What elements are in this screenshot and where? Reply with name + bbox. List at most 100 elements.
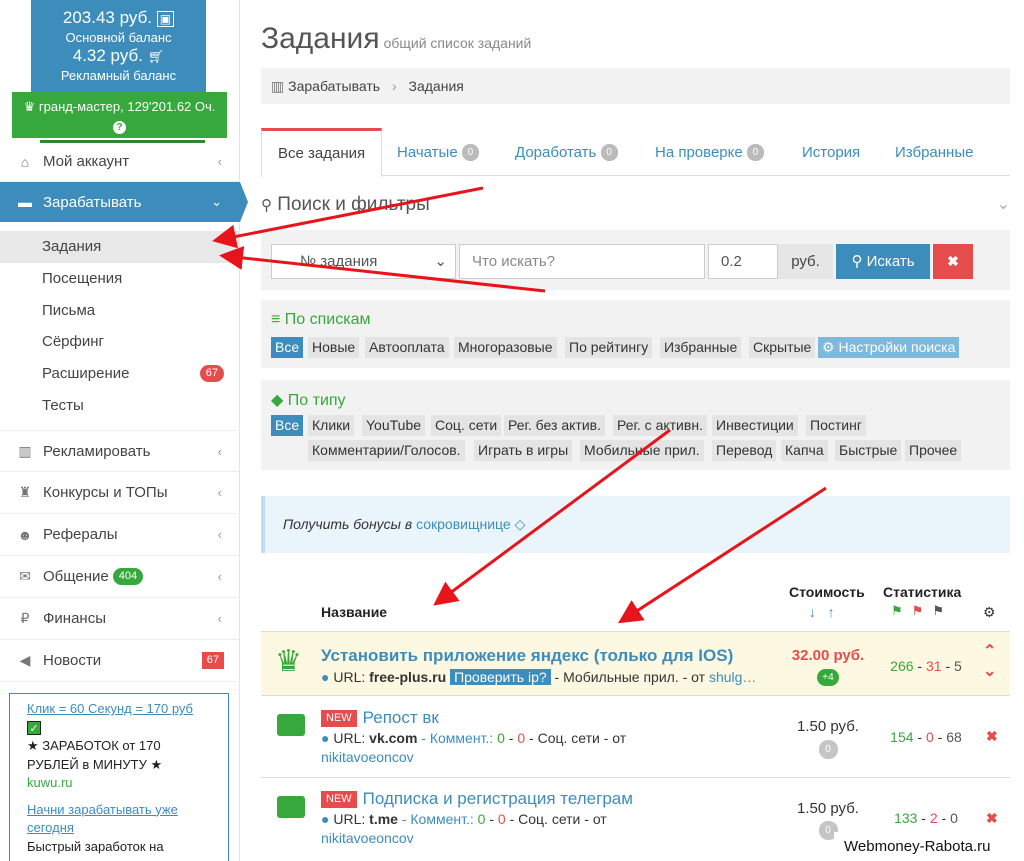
sidebar-item-label: Конкурсы и ТОПы	[43, 484, 168, 501]
task-author[interactable]: nikitavoeoncov	[321, 830, 414, 846]
help-icon[interactable]: ?	[113, 121, 126, 134]
money-icon: ▣	[156, 11, 175, 27]
type-chip[interactable]: Клики	[308, 415, 355, 436]
type-chip[interactable]: Капча	[781, 440, 828, 461]
arrow-up-icon[interactable]: ↑	[828, 604, 835, 620]
search-button[interactable]: ⚲ Искать	[836, 244, 930, 279]
type-chip[interactable]: Мобильные прил.	[580, 440, 704, 461]
arrow-down-icon[interactable]: ↓	[809, 604, 816, 620]
search-settings-button[interactable]: ⚙ Настройки поиска	[818, 337, 960, 358]
type-chip[interactable]: Играть в игры	[474, 440, 573, 461]
tab-all-tasks[interactable]: Все задания	[261, 128, 383, 177]
chevron-up-icon[interactable]: ⌃	[983, 642, 996, 662]
sidebar-subitem-tests[interactable]: Тесты	[0, 390, 240, 422]
list-chip[interactable]: Новые	[308, 337, 360, 358]
ad-link[interactable]: Клик = 60 Секунд = 170 руб	[27, 700, 211, 719]
task-title-text: Подписка и регистрация телеграм	[362, 789, 633, 808]
sidebar-subitem-surfing[interactable]: Сёрфинг	[0, 326, 240, 358]
task-category: - Мобильные прил. - от	[554, 669, 706, 685]
sidebar-item-news[interactable]: ◀ Новости 67	[0, 640, 240, 682]
sidebar-subitem-extension[interactable]: Расширение 67	[0, 358, 240, 390]
ad-link-2[interactable]: Начни зарабатывать уже сегодня	[27, 801, 211, 838]
sidebar-subitem-tasks[interactable]: Задания	[0, 231, 240, 263]
filters-title: Поиск и фильтры	[277, 194, 430, 215]
price-input[interactable]: 0.2	[708, 244, 778, 279]
tab-label: На проверке	[655, 144, 743, 161]
tab-started[interactable]: Начатые 0	[397, 128, 479, 177]
type-chip[interactable]: Соц. сети	[431, 415, 502, 436]
hide-task-icon[interactable]: ✖	[986, 728, 998, 745]
url-label: URL:	[333, 811, 366, 827]
list-chip[interactable]: Избранные	[660, 337, 742, 358]
task-row[interactable]: ♛ Установить приложение яндекс (только д…	[261, 631, 1010, 695]
task-row[interactable]: NEW Репост вк ● URL: vk.com - Коммент.: 0…	[261, 695, 1010, 777]
stat-rejected: 31	[925, 658, 942, 674]
task-title[interactable]: NEW Репост вк	[321, 708, 439, 728]
task-stats: 133 - 2 - 0	[894, 810, 958, 826]
sidebar-item-advertise[interactable]: ▥ Рекламировать ‹	[0, 430, 240, 472]
list-chip[interactable]: Многоразовые	[454, 337, 557, 358]
task-title[interactable]: Установить приложение яндекс (только для…	[321, 646, 733, 666]
sidebar-item-contests[interactable]: ♜ Конкурсы и ТОПы ‹	[0, 472, 240, 514]
ad-domain[interactable]: kuwu.ru	[27, 774, 211, 793]
chevron-down-icon[interactable]: ⌄	[983, 662, 996, 682]
chevron-left-icon: ‹	[217, 154, 222, 169]
tab-favorites[interactable]: Избранные	[895, 128, 973, 177]
tab-review[interactable]: На проверке 0	[655, 128, 764, 177]
task-title[interactable]: NEW Подписка и регистрация телеграм	[321, 789, 633, 809]
comments-ok: 0	[497, 730, 505, 746]
type-chip[interactable]: Комментарии/Голосов.	[308, 440, 465, 461]
settings-gears-icon[interactable]: ⚙	[983, 604, 996, 621]
task-author[interactable]: shulg…	[709, 669, 756, 685]
comments-ok: 0	[477, 811, 486, 827]
main-content: Задания общий список заданий ▥ Зарабатыва…	[261, 0, 1010, 861]
sidebar-item-finance[interactable]: ₽ Финансы ‹	[0, 598, 240, 640]
type-chip[interactable]: Все	[271, 415, 304, 436]
app-window: 203.43 руб. ▣ Основной баланс 4.32 руб. …	[0, 0, 1024, 861]
type-chip[interactable]: Перевод	[712, 440, 777, 461]
sidebar-subitem-letters[interactable]: Письма	[0, 295, 240, 327]
list-chip[interactable]: Автооплата	[365, 337, 449, 358]
list-chip[interactable]: По рейтингу	[565, 337, 653, 358]
check-ip-button[interactable]: Проверить ip?	[450, 669, 551, 685]
tab-rework[interactable]: Доработать 0	[515, 128, 618, 177]
task-url: t.me	[369, 811, 398, 827]
sidebar-item-chat[interactable]: ✉ Общение 404 ‹	[0, 556, 240, 598]
breadcrumb-separator: ›	[391, 78, 397, 94]
bonus-text: Получить бонусы в	[283, 516, 413, 532]
tabs-bar: Все задания Начатые 0 Доработать 0 На пр…	[261, 128, 1010, 177]
sidebar-subitem-visits[interactable]: Посещения	[0, 263, 240, 295]
hide-task-icon[interactable]: ✖	[986, 810, 998, 827]
sidebar-item-my-account[interactable]: ⌂ Мой аккаунт ‹	[0, 142, 240, 182]
task-title-text: Репост вк	[362, 708, 439, 727]
treasury-link[interactable]: сокровищнице	[416, 516, 511, 532]
task-number-select[interactable]: № задания ⌄	[271, 244, 456, 279]
chevron-down-icon: ⌄	[211, 194, 222, 209]
sidebar-item-earn[interactable]: ▬ Зарабатывать ⌄	[0, 182, 248, 222]
stat-pending: 5	[954, 658, 962, 674]
rank-badge[interactable]: ♛ гранд-мастер, 129'201.62 Оч. ?	[12, 92, 227, 138]
list-chip[interactable]: Скрытые	[749, 337, 816, 358]
search-input[interactable]: Что искать?	[459, 244, 705, 279]
filters-header[interactable]: ⚲ Поиск и фильтры	[261, 194, 430, 216]
stat-approved: 266	[890, 658, 914, 674]
sidebar-item-referrals[interactable]: ☻ Рефералы ‹	[0, 514, 240, 556]
stat-approved: 154	[890, 729, 914, 745]
task-author[interactable]: nikitavoeoncov	[321, 749, 414, 765]
type-chip[interactable]: Рег. с активн.	[613, 415, 707, 436]
type-chip[interactable]: Быстрые	[835, 440, 902, 461]
gears-icon: ⚙	[822, 339, 835, 355]
list-icon: ≡	[271, 311, 281, 328]
type-chip[interactable]: Прочее	[905, 440, 962, 461]
breadcrumb-root[interactable]: Зарабатывать	[288, 78, 380, 94]
type-chip[interactable]: Рег. без актив.	[504, 415, 605, 436]
column-header-name[interactable]: Название	[321, 604, 387, 620]
clear-button[interactable]: ✖	[933, 244, 973, 279]
ad-block: Клик = 60 Секунд = 170 руб ✓ ★ ЗАРАБОТОК…	[9, 693, 229, 861]
chevron-down-icon[interactable]: ⌄	[997, 194, 1010, 214]
type-chip[interactable]: YouTube	[362, 415, 426, 436]
type-chip[interactable]: Инвестиции	[712, 415, 798, 436]
tab-history[interactable]: История	[802, 128, 860, 177]
list-chip[interactable]: Все	[271, 337, 304, 358]
type-chip[interactable]: Постинг	[806, 415, 866, 436]
